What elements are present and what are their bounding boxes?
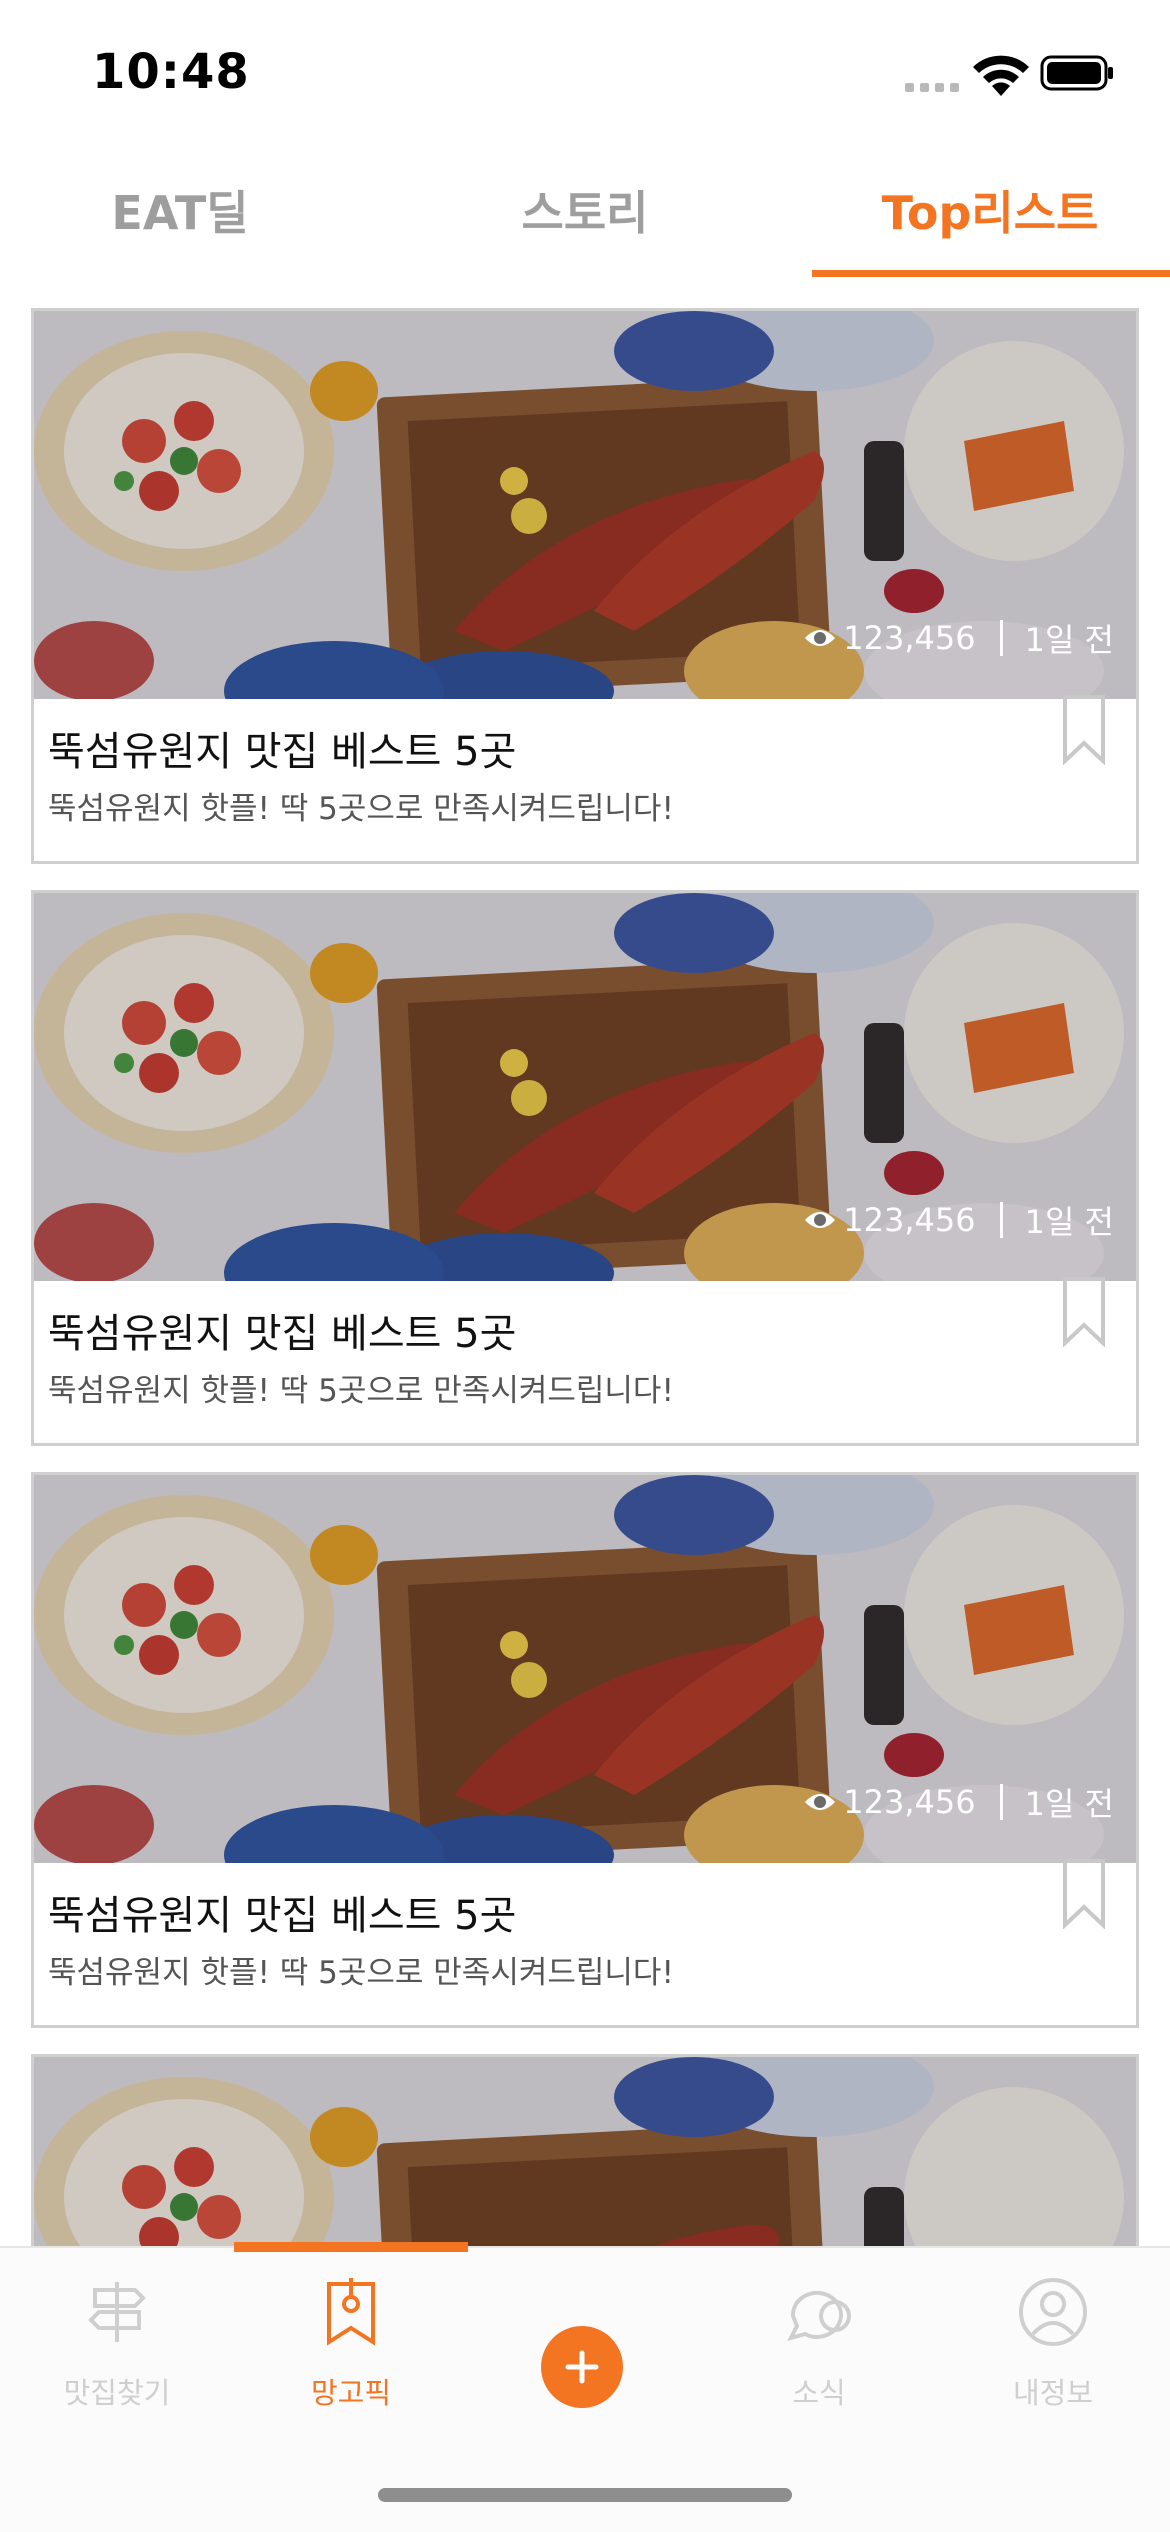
bookmark-icon[interactable] [1062, 695, 1106, 765]
meta-divider [999, 1202, 1003, 1238]
status-time: 10:48 [92, 44, 250, 100]
nav-news[interactable]: 소식 [702, 2276, 936, 2446]
bookmark-icon[interactable] [1062, 1277, 1106, 1347]
nav-label: 소식 [792, 2376, 846, 2410]
wifi-icon [973, 55, 1029, 96]
view-count: 123,456 [843, 1783, 976, 1821]
nav-find-restaurants[interactable]: 맛집찾기 [0, 2276, 234, 2446]
home-indicator[interactable] [378, 2488, 792, 2502]
signpost-icon [88, 2282, 146, 2342]
screen: 10:48 EAT딜 스토리 Top리스트 123,456 1일 전 뚝섬유원지… [0, 0, 1170, 2532]
card-thumbnail: 123,456 1일 전 [34, 1475, 1136, 1863]
nav-label: 망고픽 [310, 2376, 392, 2410]
view-count: 123,456 [843, 619, 976, 657]
card-title: 뚝섬유원지 맛집 베스트 5곳 [48, 1893, 517, 1939]
card-thumbnail: 123,456 1일 전 [34, 893, 1136, 1281]
card-meta: 123,456 1일 전 [803, 1197, 1114, 1243]
cellular-signal-icon [905, 72, 961, 92]
add-button[interactable] [541, 2326, 623, 2408]
meta-divider [999, 620, 1003, 656]
nav-label: 맛집찾기 [63, 2376, 171, 2410]
time-ago: 1일 전 [1024, 1785, 1114, 1823]
list-card[interactable]: 123,456 1일 전 뚝섬유원지 맛집 베스트 5곳 뚝섬유원지 핫플! 딱… [31, 890, 1139, 1446]
card-subtitle: 뚝섬유원지 핫플! 딱 5곳으로 만족시켜드립니다! [48, 791, 674, 827]
time-ago: 1일 전 [1024, 621, 1114, 659]
card-title: 뚝섬유원지 맛집 베스트 5곳 [48, 1311, 517, 1357]
tab-eat-deal[interactable]: EAT딜 [0, 170, 360, 250]
eye-icon [805, 1794, 836, 1810]
profile-icon [1019, 2278, 1087, 2346]
card-meta: 123,456 1일 전 [803, 1779, 1114, 1825]
view-count: 123,456 [843, 1201, 976, 1239]
list-card[interactable]: 123,456 1일 전 뚝섬유원지 맛집 베스트 5곳 뚝섬유원지 핫플! 딱… [31, 308, 1139, 864]
card-thumbnail: 123,456 1일 전 [34, 311, 1136, 699]
card-title: 뚝섬유원지 맛집 베스트 5곳 [48, 729, 517, 775]
time-ago: 1일 전 [1024, 1203, 1114, 1241]
list-card[interactable]: 123,456 1일 전 뚝섬유원지 맛집 베스트 5곳 뚝섬유원지 핫플! 딱… [31, 1472, 1139, 2028]
top-tab-bar: EAT딜 스토리 Top리스트 [0, 140, 1170, 280]
active-tab-indicator [812, 270, 1170, 277]
chat-bubble-icon [787, 2290, 851, 2342]
plus-icon [565, 2350, 599, 2384]
eye-icon [805, 1212, 836, 1228]
meta-divider [999, 1784, 1003, 1820]
bookmark-pin-icon [327, 2278, 375, 2346]
card-subtitle: 뚝섬유원지 핫플! 딱 5곳으로 만족시켜드립니다! [48, 1955, 674, 1991]
status-bar: 10:48 [0, 0, 1170, 140]
bookmark-icon[interactable] [1062, 1859, 1106, 1929]
nav-my-info[interactable]: 내정보 [936, 2276, 1170, 2446]
tab-story[interactable]: 스토리 [400, 170, 770, 250]
nav-mango-pick[interactable]: 망고픽 [234, 2276, 468, 2446]
card-meta: 123,456 1일 전 [803, 615, 1114, 661]
nav-label: 내정보 [1012, 2376, 1094, 2410]
eye-icon [805, 630, 836, 646]
tab-top-list[interactable]: Top리스트 [810, 170, 1170, 250]
bottom-tab-indicator [234, 2242, 468, 2252]
card-subtitle: 뚝섬유원지 핫플! 딱 5곳으로 만족시켜드립니다! [48, 1373, 674, 1409]
battery-icon [1040, 55, 1113, 91]
